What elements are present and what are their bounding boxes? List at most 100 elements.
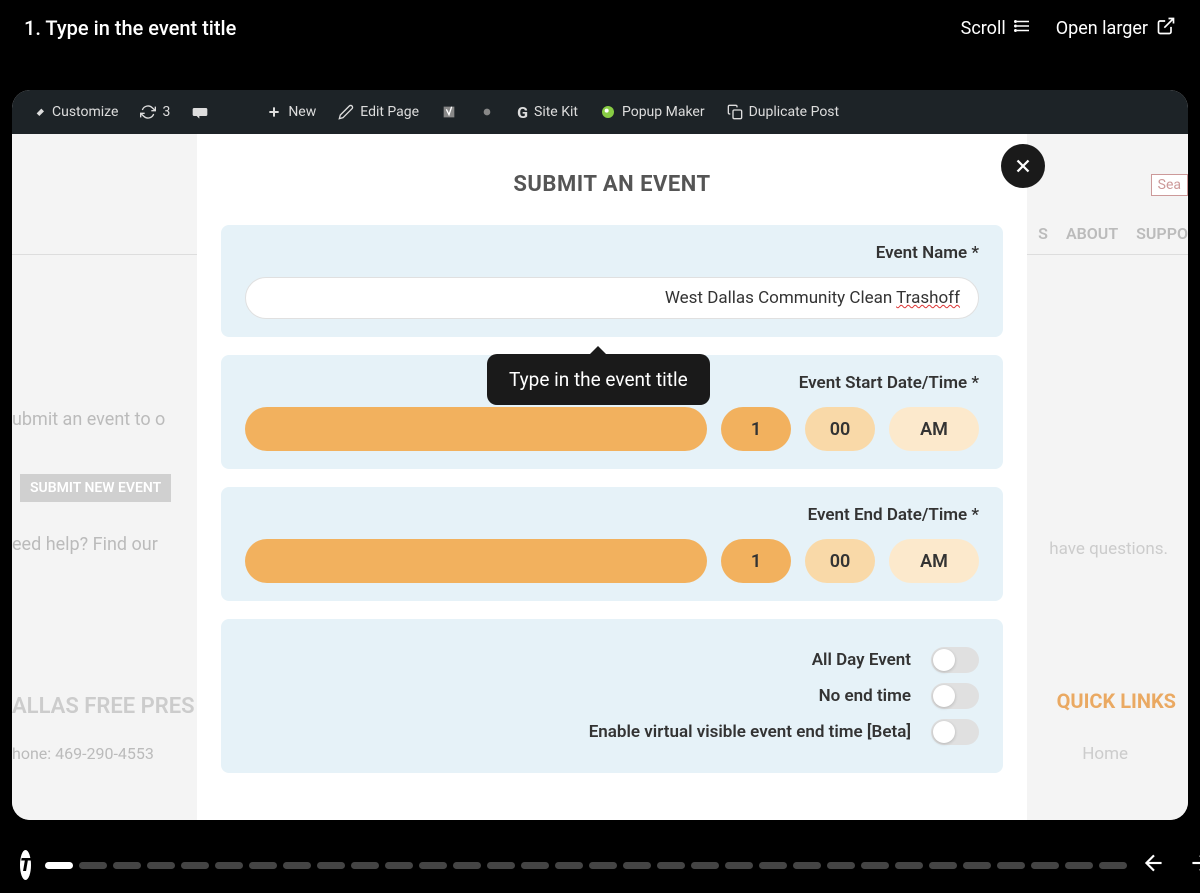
duplicate-post-link[interactable]: Duplicate Post: [719, 104, 848, 120]
progress-segment[interactable]: [793, 862, 821, 869]
updates-count: 3: [162, 104, 170, 120]
end-ampm-input[interactable]: AM: [889, 539, 979, 583]
event-name-input[interactable]: West Dallas Community Clean Trashoff: [245, 277, 979, 319]
close-icon: [1012, 155, 1034, 177]
end-datetime-section: Event End Date/Time * 1 00 AM: [221, 487, 1003, 601]
start-ampm-input[interactable]: AM: [889, 407, 979, 451]
start-minute-input[interactable]: 00: [805, 407, 875, 451]
bg-nav-about[interactable]: ABOUT: [1066, 224, 1118, 243]
progress-segment[interactable]: [419, 862, 447, 869]
next-step-button[interactable]: [1187, 850, 1200, 880]
dot-icon: [479, 104, 495, 120]
scroll-control[interactable]: Scroll: [961, 17, 1032, 40]
progress-segment[interactable]: [181, 862, 209, 869]
bottom-bar: T: [0, 837, 1200, 893]
progress-segment[interactable]: [1065, 862, 1093, 869]
instruction-tooltip: Type in the event title: [487, 354, 710, 405]
prev-step-button[interactable]: [1141, 850, 1167, 880]
progress-segment[interactable]: [351, 862, 379, 869]
all-day-label: All Day Event: [812, 650, 911, 670]
toggles-section: All Day Event No end time Enable virtual…: [221, 619, 1003, 773]
progress-segment[interactable]: [555, 862, 583, 869]
no-end-toggle[interactable]: [931, 683, 979, 709]
arrow-left-icon: [1141, 850, 1167, 876]
event-name-value-misspell: Trashoff: [896, 288, 960, 308]
virtual-end-label: Enable virtual visible event end time [B…: [589, 722, 911, 742]
bg-nav: S ABOUT SUPPO: [1038, 224, 1188, 243]
progress-segment[interactable]: [691, 862, 719, 869]
all-day-toggle[interactable]: [931, 647, 979, 673]
progress-segment[interactable]: [79, 862, 107, 869]
virtual-end-toggle[interactable]: [931, 719, 979, 745]
arrow-right-icon: [1187, 850, 1200, 876]
comments-link[interactable]: [184, 104, 216, 120]
progress-segment[interactable]: [963, 862, 991, 869]
edit-page-label: Edit Page: [360, 104, 419, 120]
end-hour-input[interactable]: 1: [721, 539, 791, 583]
site-kit-link[interactable]: G Site Kit: [509, 103, 586, 122]
edit-page-link[interactable]: Edit Page: [330, 104, 427, 120]
bg-submit-button[interactable]: SUBMIT NEW EVENT: [20, 474, 171, 502]
bg-search-input[interactable]: Sea: [1151, 174, 1188, 196]
progress-segment[interactable]: [1031, 862, 1059, 869]
progress-segment[interactable]: [657, 862, 685, 869]
progress-segment[interactable]: [521, 862, 549, 869]
tango-logo[interactable]: T: [20, 850, 31, 880]
progress-segment[interactable]: [895, 862, 923, 869]
site-kit-label: Site Kit: [534, 104, 578, 120]
bg-nav-s[interactable]: S: [1038, 224, 1048, 243]
modal-close-button[interactable]: [1001, 144, 1045, 188]
end-minute-input[interactable]: 00: [805, 539, 875, 583]
progress-segment[interactable]: [147, 862, 175, 869]
yoast-icon: [441, 104, 457, 120]
progress-segment[interactable]: [997, 862, 1025, 869]
step-title: 1. Type in the event title: [24, 16, 236, 40]
progress-segment[interactable]: [487, 862, 515, 869]
progress-bar[interactable]: [45, 862, 1127, 869]
scroll-label: Scroll: [961, 18, 1006, 39]
start-hour-input[interactable]: 1: [721, 407, 791, 451]
duplicate-post-label: Duplicate Post: [749, 104, 840, 120]
progress-segment[interactable]: [725, 862, 753, 869]
popup-icon: [600, 104, 616, 120]
progress-segment[interactable]: [759, 862, 787, 869]
event-name-section: Event Name * West Dallas Community Clean…: [221, 225, 1003, 337]
end-date-input[interactable]: [245, 539, 707, 583]
customize-link[interactable]: Customize: [22, 104, 126, 120]
popup-maker-label: Popup Maker: [622, 104, 705, 120]
progress-segment[interactable]: [861, 862, 889, 869]
progress-segment[interactable]: [453, 862, 481, 869]
progress-segment[interactable]: [113, 862, 141, 869]
popup-maker-link[interactable]: Popup Maker: [592, 104, 713, 120]
progress-segment[interactable]: [623, 862, 651, 869]
screenshot-viewport: Customize 3 New Edit Page G Site Kit Pop…: [12, 90, 1188, 820]
bg-footer-title: ALLAS FREE PRES: [12, 694, 195, 719]
progress-segment[interactable]: [929, 862, 957, 869]
progress-segment[interactable]: [1099, 862, 1127, 869]
new-link[interactable]: New: [258, 104, 324, 120]
progress-segment[interactable]: [385, 862, 413, 869]
progress-segment[interactable]: [249, 862, 277, 869]
progress-segment[interactable]: [283, 862, 311, 869]
start-date-input[interactable]: [245, 407, 707, 451]
progress-segment[interactable]: [827, 862, 855, 869]
plus-icon: [266, 104, 282, 120]
new-label: New: [288, 104, 316, 120]
progress-segment[interactable]: [589, 862, 617, 869]
progress-segment[interactable]: [317, 862, 345, 869]
bg-phone: hone: 469-290-4553: [12, 744, 154, 763]
event-name-value-pre: West Dallas Community Clean: [665, 288, 896, 308]
google-icon: G: [517, 103, 528, 122]
updates-link[interactable]: 3: [132, 104, 178, 120]
customize-label: Customize: [52, 104, 118, 120]
bg-quick-links: QUICK LINKS: [1057, 689, 1176, 713]
progress-segment[interactable]: [215, 862, 243, 869]
brush-icon: [30, 104, 46, 120]
bg-home-link[interactable]: Home: [1082, 744, 1128, 764]
bg-need-help: eed help? Find our: [12, 534, 158, 555]
open-larger-button[interactable]: Open larger: [1056, 16, 1176, 41]
end-datetime-label: Event End Date/Time *: [245, 505, 979, 525]
bg-nav-suppo[interactable]: SUPPO: [1136, 224, 1188, 243]
yoast-link[interactable]: [433, 104, 465, 120]
progress-segment[interactable]: [45, 862, 73, 869]
